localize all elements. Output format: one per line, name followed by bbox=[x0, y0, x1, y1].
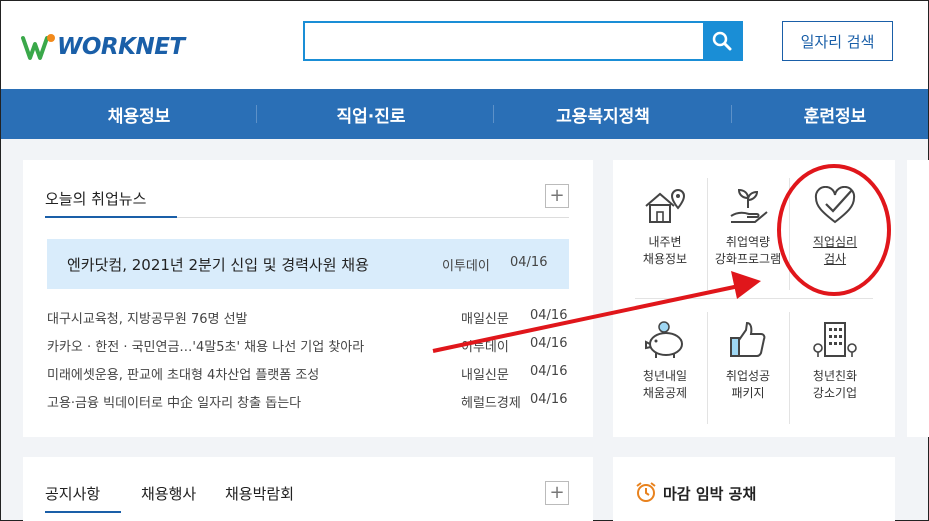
service-employability-program[interactable]: 취업역량 강화프로그램 bbox=[708, 184, 788, 268]
nav-divider bbox=[256, 105, 257, 123]
nav-divider bbox=[731, 105, 732, 123]
plus-icon: + bbox=[549, 482, 565, 503]
news-row[interactable]: 고용·금융 빅데이터로 中企 일자리 창출 돕는다 헤럴드경제 04/16 bbox=[47, 392, 569, 412]
worknet-logo[interactable]: WORKNET bbox=[21, 29, 185, 65]
tab-todays-news[interactable]: 오늘의 취업뉴스 bbox=[45, 188, 146, 209]
service-nearby-jobs[interactable]: 내주변 채용정보 bbox=[625, 184, 705, 268]
main-nav: 채용정보 직업·진로 고용복지정책 훈련정보 bbox=[1, 89, 928, 139]
nav-item-recruitment[interactable]: 채용정보 bbox=[39, 89, 239, 139]
plant-hand-icon bbox=[724, 184, 772, 228]
nav-item-career[interactable]: 직업·진로 bbox=[271, 89, 471, 139]
notice-panel: 공지사항 채용행사 채용박람회 + bbox=[23, 457, 593, 521]
tab-hiring-events[interactable]: 채용행사 bbox=[141, 483, 196, 504]
news-more-button[interactable]: + bbox=[545, 184, 569, 208]
tab-divider bbox=[177, 217, 569, 218]
site-header: WORKNET 일자리 검색 bbox=[1, 1, 928, 89]
news-title: 미래에셋운용, 판교에 초대형 4차산업 플랫폼 조성 bbox=[47, 368, 320, 383]
news-date: 04/16 bbox=[530, 392, 568, 407]
notice-more-button[interactable]: + bbox=[545, 481, 569, 505]
service-shortcuts-panel: 내주변 채용정보 취업역량 강화프로그램 직업심리 검사 청년내일 채움공제 취… bbox=[613, 160, 895, 437]
search-box bbox=[303, 21, 743, 61]
grid-divider bbox=[789, 178, 790, 290]
news-source: 매일신문 bbox=[461, 312, 509, 327]
tab-active-underline bbox=[45, 216, 177, 218]
search-input[interactable] bbox=[305, 23, 701, 59]
plus-icon: + bbox=[549, 185, 565, 206]
thumbs-up-icon bbox=[724, 318, 772, 362]
deadline-panel: 마감 임박 공채 bbox=[613, 457, 895, 521]
service-youth-friendly-smb[interactable]: 청년친화 강소기업 bbox=[795, 318, 875, 402]
nav-item-training[interactable]: 훈련정보 bbox=[735, 89, 929, 139]
search-icon bbox=[712, 31, 732, 51]
headline-title: 엔카닷컴, 2021년 2분기 신입 및 경력사원 채용 bbox=[67, 256, 369, 274]
logo-mark-icon bbox=[21, 34, 55, 60]
building-icon bbox=[811, 318, 859, 362]
tab-notices[interactable]: 공지사항 bbox=[45, 483, 100, 504]
news-row[interactable]: 미래에셋운용, 판교에 초대형 4차산업 플랫폼 조성 내일신문 04/16 bbox=[47, 364, 569, 384]
news-row[interactable]: 카카오 · 한전 · 국민연금…'4말5초' 채용 나선 기업 찾아라 이투데이… bbox=[47, 336, 569, 356]
news-row[interactable]: 대구시교육청, 지방공무원 76명 선발 매일신문 04/16 bbox=[47, 308, 569, 328]
grid-divider bbox=[789, 312, 790, 424]
news-panel: 오늘의 취업뉴스 + 엔카닷컴, 2021년 2분기 신입 및 경력사원 채용 … bbox=[23, 160, 593, 437]
news-title: 카카오 · 한전 · 국민연금…'4말5초' 채용 나선 기업 찾아라 bbox=[47, 340, 365, 355]
grid-divider bbox=[635, 298, 873, 299]
headline-news[interactable]: 엔카닷컴, 2021년 2분기 신입 및 경력사원 채용 이투데이 04/16 bbox=[47, 239, 569, 289]
news-date: 04/16 bbox=[530, 308, 568, 323]
house-location-icon bbox=[641, 184, 689, 228]
news-date: 04/16 bbox=[530, 336, 568, 351]
right-panel-edge bbox=[907, 160, 929, 437]
heart-check-icon bbox=[811, 184, 859, 228]
alarm-clock-icon bbox=[636, 482, 656, 502]
news-source: 내일신문 bbox=[461, 368, 509, 383]
nav-item-welfare-policy[interactable]: 고용복지정책 bbox=[503, 89, 703, 139]
nav-divider bbox=[493, 105, 494, 123]
headline-date: 04/16 bbox=[510, 255, 548, 270]
news-source: 이투데이 bbox=[461, 340, 509, 355]
service-employment-success-package[interactable]: 취업성공 패키지 bbox=[708, 318, 788, 402]
news-title: 고용·금융 빅데이터로 中企 일자리 창출 돕는다 bbox=[47, 396, 302, 411]
headline-source: 이투데이 bbox=[442, 259, 490, 274]
logo-text: WORKNET bbox=[57, 34, 185, 60]
news-source: 헤럴드경제 bbox=[461, 396, 521, 411]
piggy-bank-icon bbox=[641, 318, 689, 362]
tab-job-fairs[interactable]: 채용박람회 bbox=[225, 483, 294, 504]
job-search-button[interactable]: 일자리 검색 bbox=[782, 21, 893, 61]
tab-active-underline bbox=[45, 511, 121, 513]
service-vocational-psych-test[interactable]: 직업심리 검사 bbox=[795, 184, 875, 268]
search-button[interactable] bbox=[703, 23, 741, 59]
service-youth-savings[interactable]: 청년내일 채움공제 bbox=[625, 318, 705, 402]
news-title: 대구시교육청, 지방공무원 76명 선발 bbox=[47, 312, 248, 327]
news-date: 04/16 bbox=[530, 364, 568, 379]
deadline-title: 마감 임박 공채 bbox=[663, 485, 757, 503]
